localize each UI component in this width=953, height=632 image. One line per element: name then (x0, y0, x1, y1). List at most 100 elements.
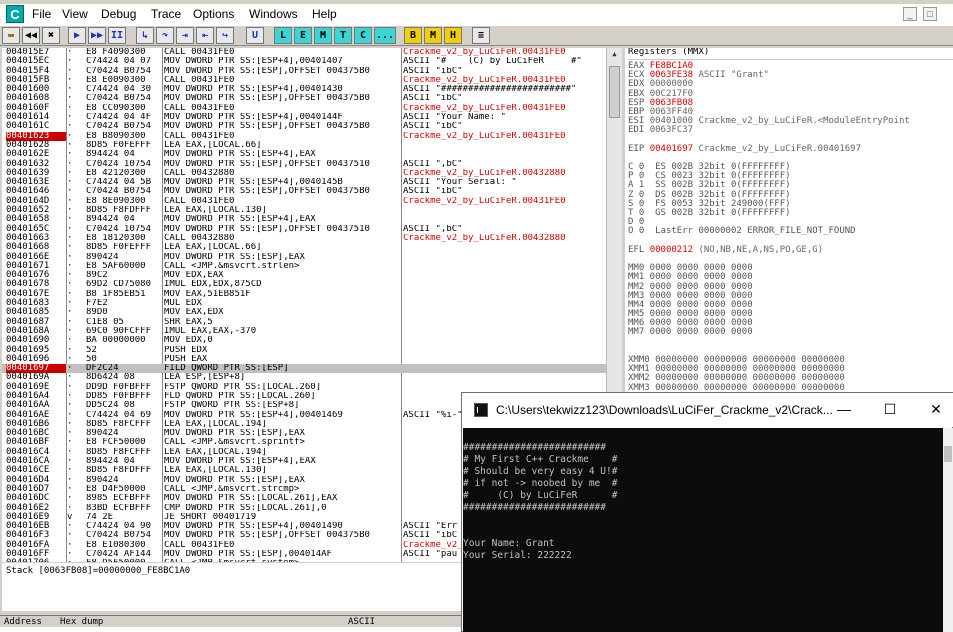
disasm-row[interactable]: 00401676 · 89C2 MOV EDX,EAX (2, 270, 606, 280)
disasm-row[interactable]: 0040169A · 8D6424 08 LEA ESP,[ESP+8] (2, 373, 606, 383)
threads-window-button[interactable]: T (334, 27, 352, 44)
console-window[interactable]: C:\Users\tekwizz123\Downloads\LuCiFer_Cr… (461, 392, 953, 632)
trace-over-icon[interactable]: ⇤ (196, 27, 214, 44)
disasm-row[interactable]: 0040161C · C70424 B0754 MOV DWORD PTR SS:[E… (2, 122, 606, 132)
list-icon[interactable]: ≡ (472, 27, 490, 44)
run-icon[interactable]: ▶ (68, 27, 86, 44)
open-folder-icon[interactable]: ▬ (2, 27, 20, 44)
disasm-row[interactable]: 00401646 · C70424 B0754 MOV DWORD PTR SS:[E… (2, 187, 606, 197)
disasm-row[interactable]: 00401623 · E8 B8090300 CALL 00431FE0 Crackme… (2, 131, 606, 141)
memory-window-button[interactable]: M (314, 27, 332, 44)
memory-map-button[interactable]: M (424, 27, 442, 44)
disasm-instruction: MOV DWORD PTR SS:[ESP+4],EAX (164, 150, 316, 160)
disasm-row[interactable]: 004015FB · E8 E0090300 CALL 00431FE0 Crackme… (2, 75, 606, 85)
disasm-row[interactable]: 0040162E · 894424 04 MOV DWORD PTR SS:[ESP+… (2, 149, 606, 160)
scroll-thumb[interactable] (609, 66, 620, 118)
disasm-instruction: LEA EAX,[LOCAL.194] (164, 419, 267, 429)
log-window-button[interactable]: L (274, 27, 292, 44)
disasm-row[interactable]: 00401600 · C74424 04 30 MOV DWORD PTR SS:[E… (2, 84, 606, 94)
disasm-instruction: MOV EAX,EDX (164, 308, 224, 318)
register-comment: Crackme_v2_by_LuCiFeR.<ModuleEntryPoint (693, 116, 910, 127)
register-line[interactable]: O 0 LastErr 00000002 ERROR_FILE_NOT_FOUN… (628, 227, 953, 236)
disasm-row[interactable]: 00401671 · E8 5AF60000 CALL <JMP.&msvcrt.st… (2, 261, 606, 271)
register-line[interactable]: MM7 0000 0000 0000 0000 (628, 328, 953, 337)
disasm-row[interactable]: 00401628 · 8D85 F0FEFFF LEA EAX,[LOCAL.66] (2, 140, 606, 150)
disasm-row[interactable]: 0040166E · 890424 MOV DWORD PTR SS:[ESP],EA… (2, 252, 606, 262)
menu-debug[interactable]: Debug (101, 7, 136, 21)
disasm-row[interactable]: 0040160F · E8 CC090300 CALL 00431FE0 Crackme… (2, 103, 606, 113)
disasm-row[interactable]: 00401608 · C70424 B0754 MOV DWORD PTR SS:[E… (2, 94, 606, 104)
disasm-instruction: CALL <JMP.&msvcrt.strlen> (164, 261, 300, 271)
disasm-row[interactable]: 00401652 · 8D85 F8FDFFF LEA EAX,[LOCAL.130] (2, 205, 606, 215)
execute-till-return-icon[interactable]: ↪ (216, 27, 234, 44)
modules-window-button[interactable]: E (294, 27, 312, 44)
disasm-row[interactable]: 004015E7 · E8 F4090300 CALL 00431FE0 Crackme… (2, 48, 606, 57)
console-line: # if not -> noobed by me # (463, 478, 618, 489)
console-maximize-button[interactable]: ☐ (880, 399, 900, 419)
more-windows-button[interactable]: ... (374, 27, 396, 44)
disasm-row[interactable]: 00401632 · C70424 10754 MOV DWORD PTR SS:[E… (2, 159, 606, 169)
close-process-icon[interactable]: ✖ (42, 27, 60, 44)
handles-window-button[interactable]: H (444, 27, 462, 44)
console-line: # (C) by LuCiFeR # (463, 490, 618, 501)
menu-windows[interactable]: Windows (249, 7, 298, 21)
menu-file[interactable]: File (32, 7, 51, 21)
restore-button[interactable]: □ (923, 7, 937, 21)
breakpoints-window-button[interactable]: B (404, 27, 422, 44)
register-line[interactable]: EDI 0063FC37 (628, 126, 953, 135)
console-minimize-button[interactable]: — (834, 399, 854, 419)
disasm-row[interactable]: 00401695 · 52 PUSH EDX (2, 345, 606, 355)
disasm-row[interactable]: 00401614 · C74424 04 4F MOV DWORD PTR SS:[E… (2, 112, 606, 122)
disasm-row[interactable]: 0040165C · C70424 10754 MOV DWORD PTR SS:[E… (2, 224, 606, 234)
cpu-window-button[interactable]: C (354, 27, 372, 44)
disasm-row[interactable]: 0040168A · 69C0 90FCFFF IMUL EAX,EAX,-370 (2, 326, 606, 336)
register-line[interactable]: EFL 00000212 (NO,NB,NE,A,NS,PO,GE,G) (628, 245, 953, 255)
disasm-row[interactable]: 0040163E · C74424 04 5B MOV DWORD PTR SS:[E… (2, 177, 606, 187)
disasm-row[interactable]: 00401683 · F7E2 MUL EDX (2, 298, 606, 308)
disasm-hex: 890424 (86, 475, 119, 485)
disasm-row[interactable]: 00401658 · 894424 04 MOV DWORD PTR SS:[ESP+… (2, 215, 606, 225)
minimize-button[interactable]: _ (903, 7, 917, 21)
disasm-row[interactable]: 004015EC · C74424 04 07 MOV DWORD PTR SS:[E… (2, 56, 606, 66)
scroll-up-icon[interactable]: ▲ (609, 50, 620, 61)
step-over-icon[interactable]: ↷ (156, 27, 174, 44)
disasm-row[interactable]: 004015F4 · C70424 B0754 MOV DWORD PTR SS:[E… (2, 66, 606, 76)
dump-ascii-header[interactable]: ASCII (348, 617, 375, 627)
disasm-row[interactable]: 00401639 · E8 42120300 CALL 00432880 Crackme… (2, 168, 606, 178)
rewind-icon[interactable]: ◀◀ (22, 27, 40, 44)
disasm-row[interactable]: 00401663 · E8 18120300 CALL 00432880 Crackme… (2, 233, 606, 243)
console-titlebar[interactable]: C:\Users\tekwizz123\Downloads\LuCiFer_Cr… (462, 393, 953, 427)
disasm-row[interactable]: 00401697 · DF2C24 FILD QWORD PTR SS:[ESP] (2, 363, 606, 374)
disasm-hex: E8 CC090300 (86, 103, 146, 113)
menu-help[interactable]: Help (312, 7, 337, 21)
menu-view[interactable]: View (62, 7, 88, 21)
disasm-row[interactable]: 00401685 · 89D0 MOV EAX,EDX (2, 308, 606, 318)
console-output[interactable]: ######################### # My First C++ … (463, 428, 943, 632)
menu-options[interactable]: Options (193, 7, 234, 21)
disasm-row[interactable]: 00401696 · 50 PUSH EAX (2, 354, 606, 364)
menu-trace[interactable]: Trace (151, 7, 181, 21)
disasm-row[interactable]: 0040167E · B8 1F85EB51 MOV EAX,51EB851F (2, 289, 606, 299)
run-thread-icon[interactable]: ▶▶ (88, 27, 106, 44)
dump-hex-header[interactable]: Hex dump (60, 617, 103, 627)
disasm-comment: Crackme_v2_by_LuCiFeR.00431FE0 (403, 75, 566, 85)
register-line[interactable] (628, 338, 953, 347)
step-into-icon[interactable]: ↳ (136, 27, 154, 44)
disasm-row[interactable]: 00401687 · C1E8 05 SHR EAX,5 (2, 317, 606, 327)
console-scrollbar[interactable] (943, 428, 953, 632)
disasm-row[interactable]: 0040164D · E8 8E090300 CALL 00431FE0 Crackme… (2, 196, 606, 206)
dump-address-header[interactable]: Address (4, 617, 42, 627)
disasm-row[interactable]: 0040169E · DD9D F0FBFFF FSTP QWORD PTR SS:[… (2, 382, 606, 392)
pause-icon[interactable]: II (108, 27, 126, 44)
console-scroll-thumb[interactable] (944, 446, 952, 462)
disasm-row[interactable]: 00401668 · 8D85 F0FEFFF LEA EAX,[LOCAL.66] (2, 242, 606, 252)
trace-into-icon[interactable]: ⇥ (176, 27, 194, 44)
register-line[interactable]: EIP 00401697 Crackme_v2_by_LuCiFeR.00401… (628, 144, 953, 154)
execute-till-user-code-icon[interactable]: U (246, 27, 264, 44)
disasm-row[interactable]: 00401678 · 69D2 CD75080 IMUL EDX,EDX,875CD (2, 280, 606, 290)
disasm-row[interactable]: 00401690 · BA 00000000 MOV EDX,0 (2, 335, 606, 345)
disasm-hex: DD5C24 08 (86, 401, 135, 411)
disasm-instruction: LEA ESP,[ESP+8] (164, 373, 246, 383)
register-line[interactable]: T 0 GS 002B 32bit 0(FFFFFFFF) (628, 208, 953, 218)
console-close-button[interactable]: ✕ (926, 399, 946, 419)
